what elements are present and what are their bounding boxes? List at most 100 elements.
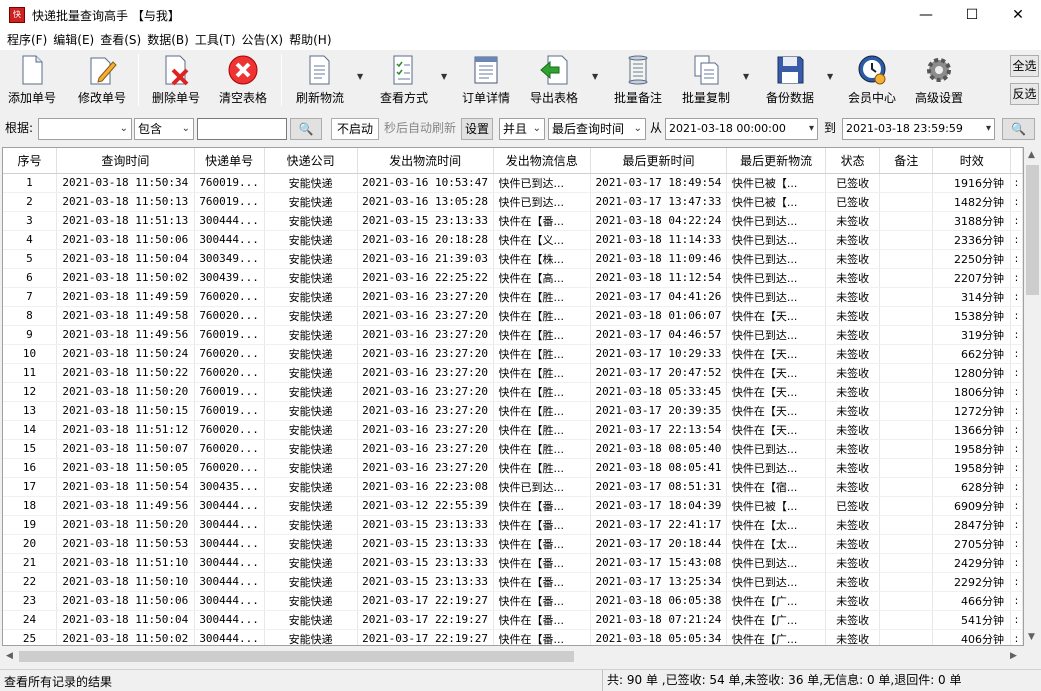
table-row[interactable]: 24 2021-03-18 11:50:04 300444... 安能快递 2021-0… bbox=[3, 610, 1023, 630]
maximize-button[interactable]: ☐ bbox=[949, 0, 995, 30]
results-table[interactable]: 序号 查询时间 快递单号 快递公司 发出物流时间 发出物流信息 最后更新时间 最后更新物流 状态… bbox=[2, 147, 1024, 646]
menu-data[interactable]: 数据(B) bbox=[144, 31, 192, 49]
table-row[interactable]: 15 2021-03-18 11:50:07 760020... 安能快递 2021-0… bbox=[3, 439, 1023, 459]
overflow-column-cell: : bbox=[1010, 268, 1023, 288]
col-duration-cell: 1272分钟 bbox=[932, 401, 1012, 421]
member-center-button[interactable]: 会员中心 bbox=[844, 54, 900, 108]
settings-button[interactable]: 设置 bbox=[461, 118, 493, 140]
table-row[interactable]: 3 2021-03-18 11:51:13 300444... 安能快递 2021-03… bbox=[3, 211, 1023, 231]
col-ship-info-header[interactable]: 发出物流信息 bbox=[493, 148, 592, 174]
table-row[interactable]: 22 2021-03-18 11:50:10 300444... 安能快递 2021-0… bbox=[3, 572, 1023, 592]
vertical-scroll-thumb[interactable] bbox=[1026, 165, 1039, 295]
export-dropdown-arrow-icon[interactable]: ▼ bbox=[592, 72, 598, 81]
order-detail-button[interactable]: 订单详情 bbox=[458, 54, 514, 108]
search-button[interactable]: 🔍 bbox=[290, 118, 322, 140]
table-row[interactable]: 9 2021-03-18 11:49:56 760019... 安能快递 2021-03… bbox=[3, 325, 1023, 345]
select-all-button[interactable]: 全选 bbox=[1010, 55, 1039, 77]
col-duration-cell: 2292分钟 bbox=[932, 572, 1012, 592]
table-row[interactable]: 23 2021-03-18 11:50:06 300444... 安能快递 2021-0… bbox=[3, 591, 1023, 611]
menu-tools[interactable]: 工具(T) bbox=[192, 31, 239, 49]
backup-data-label: 备份数据 bbox=[765, 91, 814, 105]
view-mode-button[interactable]: 查看方式 bbox=[376, 54, 432, 108]
logic-select[interactable]: 并且 ⌄ bbox=[499, 118, 545, 140]
view-mode-dropdown-arrow-icon[interactable]: ▼ bbox=[441, 72, 447, 81]
minimize-button[interactable]: — bbox=[903, 0, 949, 30]
scroll-right-arrow-icon[interactable]: ▶ bbox=[1010, 651, 1017, 661]
col-ship-time-header[interactable]: 发出物流时间 bbox=[357, 148, 494, 174]
time-search-button[interactable]: 🔍 bbox=[1002, 118, 1035, 140]
table-row[interactable]: 14 2021-03-18 11:51:12 760020... 安能快递 2021-0… bbox=[3, 420, 1023, 440]
horizontal-scroll-thumb[interactable] bbox=[19, 651, 574, 662]
member-center-label: 会员中心 bbox=[847, 91, 896, 105]
col-ship-info-cell: 快件在【胜... bbox=[493, 439, 592, 459]
col-query-time-header[interactable]: 查询时间 bbox=[56, 148, 195, 174]
export-table-button[interactable]: 导出表格 bbox=[526, 54, 582, 108]
col-update-info-header[interactable]: 最后更新物流 bbox=[726, 148, 827, 174]
menu-announcement[interactable]: 公告(X) bbox=[239, 31, 287, 49]
clear-table-button[interactable]: 清空表格 bbox=[215, 54, 271, 108]
table-row[interactable]: 7 2021-03-18 11:49:59 760020... 安能快递 2021-03… bbox=[3, 287, 1023, 307]
advanced-settings-button[interactable]: 高级设置 bbox=[911, 54, 967, 108]
table-row[interactable]: 2 2021-03-18 11:50:13 760019... 安能快递 2021-03… bbox=[3, 192, 1023, 212]
auto-refresh-select[interactable]: 不启动 bbox=[331, 118, 379, 140]
table-row[interactable]: 17 2021-03-18 11:50:54 300435... 安能快递 2021-0… bbox=[3, 477, 1023, 497]
table-row[interactable]: 4 2021-03-18 11:50:06 300444... 安能快递 2021-03… bbox=[3, 230, 1023, 250]
table-row[interactable]: 16 2021-03-18 11:50:05 760020... 安能快递 2021-0… bbox=[3, 458, 1023, 478]
refresh-logistics-button[interactable]: 刷新物流 bbox=[292, 54, 348, 108]
batch-copy-button[interactable]: 批量复制 bbox=[678, 54, 734, 108]
col-ship-info-cell: 快件已到达... bbox=[493, 173, 592, 193]
table-row[interactable]: 12 2021-03-18 11:50:20 760019... 安能快递 2021-0… bbox=[3, 382, 1023, 402]
keyword-input[interactable] bbox=[197, 118, 287, 140]
table-row[interactable]: 6 2021-03-18 11:50:02 300439... 安能快递 2021-03… bbox=[3, 268, 1023, 288]
vertical-scrollbar[interactable]: ▲ ▼ bbox=[1024, 147, 1041, 646]
table-row[interactable]: 5 2021-03-18 11:50:04 300349... 安能快递 2021-03… bbox=[3, 249, 1023, 269]
col-update-time-header[interactable]: 最后更新时间 bbox=[590, 148, 727, 174]
table-row[interactable]: 11 2021-03-18 11:50:22 760020... 安能快递 2021-0… bbox=[3, 363, 1023, 383]
backup-dropdown-arrow-icon[interactable]: ▼ bbox=[827, 72, 833, 81]
match-mode-select[interactable]: 包含 ⌄ bbox=[134, 118, 194, 140]
col-query-time-cell: 2021-03-18 11:50:06 bbox=[56, 230, 195, 250]
table-row[interactable]: 13 2021-03-18 11:50:15 760019... 安能快递 2021-0… bbox=[3, 401, 1023, 421]
table-row[interactable]: 10 2021-03-18 11:50:24 760020... 安能快递 2021-0… bbox=[3, 344, 1023, 364]
from-datetime-picker[interactable]: 2021-03-18 00:00:00 ▾ bbox=[665, 118, 818, 140]
menu-view[interactable]: 查看(S) bbox=[97, 31, 144, 49]
col-duration-cell: 314分钟 bbox=[932, 287, 1012, 307]
col-tracking-number-header[interactable]: 快递单号 bbox=[194, 148, 265, 174]
table-row[interactable]: 18 2021-03-18 11:49:56 300444... 安能快递 2021-0… bbox=[3, 496, 1023, 516]
close-button[interactable]: ✕ bbox=[995, 0, 1041, 30]
edit-number-button[interactable]: 修改单号 bbox=[74, 54, 130, 108]
scroll-down-arrow-icon[interactable]: ▼ bbox=[1028, 632, 1035, 642]
col-note-header[interactable]: 备注 bbox=[879, 148, 934, 174]
col-index-cell: 21 bbox=[3, 553, 57, 573]
scroll-up-arrow-icon[interactable]: ▲ bbox=[1028, 150, 1035, 160]
col-update-info-cell: 快件已到达... bbox=[726, 230, 827, 250]
table-row[interactable]: 19 2021-03-18 11:50:20 300444... 安能快递 2021-0… bbox=[3, 515, 1023, 535]
basis-field-select[interactable]: ⌄ bbox=[38, 118, 132, 140]
batch-note-button[interactable]: 批量备注 bbox=[610, 54, 666, 108]
menu-help[interactable]: 帮助(H) bbox=[286, 31, 334, 49]
col-note-cell bbox=[879, 610, 934, 630]
table-row[interactable]: 20 2021-03-18 11:50:53 300444... 安能快递 2021-0… bbox=[3, 534, 1023, 554]
backup-data-button[interactable]: 备份数据 bbox=[762, 54, 818, 108]
delete-number-button[interactable]: 删除单号 bbox=[148, 54, 204, 108]
col-index-header[interactable]: 序号 bbox=[3, 148, 57, 174]
menu-program[interactable]: 程序(F) bbox=[4, 31, 50, 49]
time-field-select[interactable]: 最后查询时间 ⌄ bbox=[548, 118, 646, 140]
overflow-column-cell: : bbox=[1010, 382, 1023, 402]
scroll-left-arrow-icon[interactable]: ◀ bbox=[6, 651, 13, 661]
col-duration-header[interactable]: 时效 bbox=[932, 148, 1012, 174]
horizontal-scrollbar[interactable]: ◀ ▶ bbox=[2, 648, 1024, 665]
table-row[interactable]: 25 2021-03-18 11:50:02 300444... 安能快递 2021-0… bbox=[3, 629, 1023, 645]
invert-selection-button[interactable]: 反选 bbox=[1010, 83, 1039, 105]
table-row[interactable]: 1 2021-03-18 11:50:34 760019... 安能快递 2021-03… bbox=[3, 173, 1023, 193]
col-courier-header[interactable]: 快递公司 bbox=[264, 148, 358, 174]
table-row[interactable]: 21 2021-03-18 11:51:10 300444... 安能快递 2021-0… bbox=[3, 553, 1023, 573]
menu-edit[interactable]: 编辑(E) bbox=[50, 31, 97, 49]
copy-dropdown-arrow-icon[interactable]: ▼ bbox=[743, 72, 749, 81]
to-datetime-picker[interactable]: 2021-03-18 23:59:59 ▾ bbox=[842, 118, 995, 140]
batch-note-label: 批量备注 bbox=[613, 91, 662, 105]
add-number-button[interactable]: 添加单号 bbox=[4, 54, 60, 108]
refresh-dropdown-arrow-icon[interactable]: ▼ bbox=[357, 72, 363, 81]
col-status-header[interactable]: 状态 bbox=[825, 148, 880, 174]
table-row[interactable]: 8 2021-03-18 11:49:58 760020... 安能快递 2021-03… bbox=[3, 306, 1023, 326]
